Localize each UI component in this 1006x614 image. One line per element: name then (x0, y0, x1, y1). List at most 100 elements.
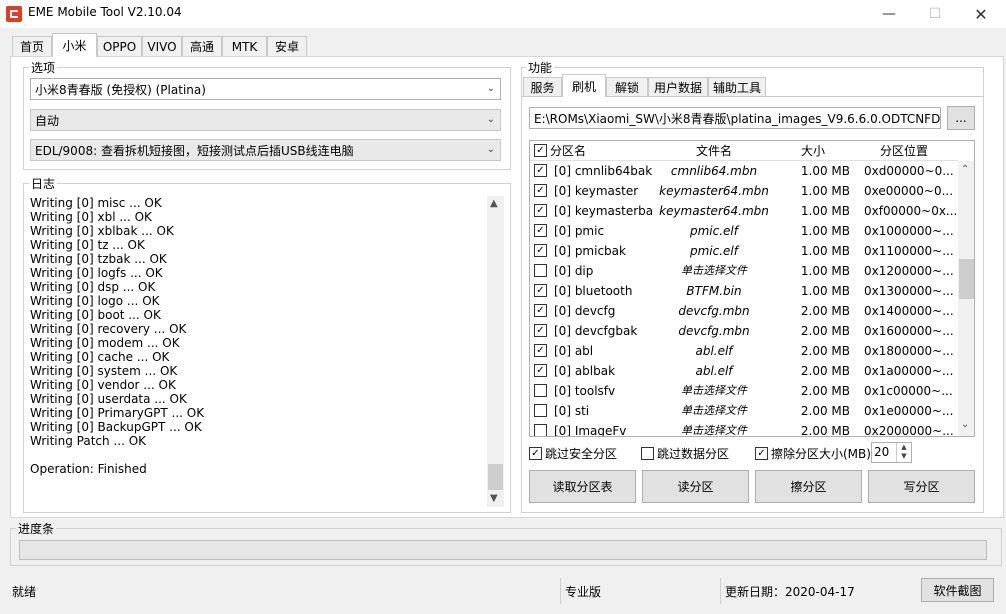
tab-1[interactable]: 小米 (52, 33, 97, 57)
function-tab-1[interactable]: 刷机 (562, 74, 606, 97)
table-row[interactable]: [0] sti 单击选择文件 2.00 MB 0x1e00000~... (530, 401, 958, 421)
erase-size-value[interactable]: 20 (874, 445, 889, 459)
edl-select[interactable]: EDL/9008: 查看拆机短接图，短接测试点后插USB线连电脑 ⌄ (30, 139, 501, 161)
table-row[interactable]: ✓ [0] devcfgbak devcfg.mbn 2.00 MB 0x1600000… (530, 321, 958, 341)
read-partition-button[interactable]: 读分区 (642, 470, 749, 503)
partition-location: 0x1000000~... (864, 224, 954, 238)
status-text: 就绪 (12, 585, 37, 599)
header-name[interactable]: 分区名 (550, 141, 586, 161)
file-name[interactable]: devcfg.mbn (654, 321, 774, 341)
header-location[interactable]: 分区位置 (852, 141, 956, 161)
skip-secure-label[interactable]: 跳过安全分区 (545, 445, 617, 462)
file-name[interactable]: keymaster64.mbn (654, 201, 774, 221)
log-scroll-thumb[interactable] (488, 464, 503, 490)
write-partition-button[interactable]: 写分区 (868, 470, 975, 503)
screenshot-button[interactable]: 软件截图 (921, 578, 994, 602)
row-checkbox[interactable]: ✓ (534, 224, 547, 237)
erase-size-label[interactable]: 擦除分区大小(MB) (771, 445, 871, 462)
partition-location: 0x1400000~... (864, 304, 954, 318)
partition-location: 0x1e00000~... (864, 404, 954, 418)
skip-data-checkbox[interactable] (641, 447, 654, 460)
log-scrollbar[interactable]: ▲ ▼ (487, 196, 504, 507)
file-name[interactable]: 单击选择文件 (654, 261, 774, 281)
row-checkbox[interactable]: ✓ (534, 344, 547, 357)
row-checkbox[interactable]: ✓ (534, 284, 547, 297)
spinner-arrows-icon[interactable]: ▲ ▼ (896, 443, 911, 462)
file-name[interactable]: 单击选择文件 (654, 381, 774, 401)
model-select[interactable]: 小米8青春版 (免授权) (Platina) ⌄ (30, 78, 501, 100)
tab-4[interactable]: 高通 (182, 36, 222, 56)
table-row[interactable]: ✓ [0] ablbak abl.elf 2.00 MB 0x1a00000~... (530, 361, 958, 381)
skip-secure-checkbox[interactable]: ✓ (529, 447, 542, 460)
partition-size: 1.00 MB (800, 164, 850, 178)
file-name[interactable]: abl.elf (654, 341, 774, 361)
erase-partition-button[interactable]: 擦分区 (755, 470, 862, 503)
file-name[interactable]: devcfg.mbn (654, 301, 774, 321)
file-name[interactable]: cmnlib64.mbn (654, 161, 774, 181)
row-checkbox[interactable] (534, 264, 547, 277)
table-scrollbar[interactable]: ⌃ ⌄ (958, 161, 974, 436)
maximize-button[interactable]: ☐ (912, 0, 958, 28)
file-name[interactable]: pmic.elf (654, 221, 774, 241)
file-name[interactable]: keymaster64.mbn (654, 181, 774, 201)
erase-size-checkbox[interactable]: ✓ (755, 447, 768, 460)
row-checkbox[interactable]: ✓ (534, 244, 547, 257)
file-name[interactable]: 单击选择文件 (654, 421, 774, 436)
row-checkbox[interactable]: ✓ (534, 324, 547, 337)
tab-0[interactable]: 首页 (12, 36, 52, 56)
chevron-down-icon: ⌄ (486, 144, 495, 155)
header-size[interactable]: 大小 (778, 141, 848, 161)
row-checkbox[interactable] (534, 384, 547, 397)
table-row[interactable]: ✓ [0] keymasterbak keymaster64.mbn 1.00 MB 0… (530, 201, 958, 221)
partition-table: ✓ 分区名 文件名 大小 分区位置 ✓ [0] cmnlib64bak cmnlib… (529, 140, 975, 437)
select-all-checkbox[interactable]: ✓ (534, 144, 547, 157)
row-checkbox[interactable]: ✓ (534, 164, 547, 177)
tab-6[interactable]: 安卓 (267, 36, 307, 56)
firmware-path-input[interactable]: E:\ROMs\Xiaomi_SW\小米8青春版\platina_images_… (529, 107, 941, 129)
scroll-down-icon[interactable]: ⌄ (961, 419, 969, 430)
read-partition-table-button[interactable]: 读取分区表 (529, 470, 636, 503)
row-checkbox[interactable]: ✓ (534, 304, 547, 317)
function-tab-0[interactable]: 服务 (523, 77, 562, 97)
tab-2[interactable]: OPPO (97, 36, 142, 56)
table-scroll-thumb[interactable] (959, 259, 974, 299)
row-checkbox[interactable]: ✓ (534, 364, 547, 377)
table-row[interactable]: ✓ [0] bluetooth BTFM.bin 1.00 MB 0x1300000~.… (530, 281, 958, 301)
minimize-button[interactable]: — (866, 0, 912, 28)
table-row[interactable]: [0] toolsfv 单击选择文件 2.00 MB 0x1c00000~... (530, 381, 958, 401)
table-row[interactable]: ✓ [0] cmnlib64bak cmnlib64.mbn 1.00 MB 0xd00… (530, 161, 958, 181)
skip-data-label[interactable]: 跳过数据分区 (657, 445, 729, 462)
scroll-up-icon[interactable]: ⌃ (961, 164, 969, 175)
function-tab-3[interactable]: 用户数据 (648, 77, 708, 97)
table-row[interactable]: ✓ [0] pmic pmic.elf 1.00 MB 0x1000000~... (530, 221, 958, 241)
row-checkbox[interactable]: ✓ (534, 184, 547, 197)
tab-3[interactable]: VIVO (142, 36, 182, 56)
row-checkbox[interactable] (534, 404, 547, 417)
log-text-area[interactable]: Writing [0] misc ... OK Writing [0] xbl .… (30, 196, 486, 506)
scroll-up-icon[interactable]: ▲ (490, 198, 498, 209)
header-file[interactable]: 文件名 (654, 141, 774, 161)
row-checkbox[interactable]: ✓ (534, 204, 547, 217)
table-row[interactable]: ✓ [0] devcfg devcfg.mbn 2.00 MB 0x1400000~..… (530, 301, 958, 321)
table-row[interactable]: ✓ [0] keymaster keymaster64.mbn 1.00 MB 0xe0… (530, 181, 958, 201)
file-name[interactable]: BTFM.bin (654, 281, 774, 301)
table-row[interactable]: ✓ [0] abl abl.elf 2.00 MB 0x1800000~... (530, 341, 958, 361)
scroll-down-icon[interactable]: ▼ (490, 493, 498, 504)
table-row[interactable]: [0] dip 单击选择文件 1.00 MB 0x1200000~... (530, 261, 958, 281)
tab-5[interactable]: MTK (222, 36, 267, 56)
close-button[interactable]: ✕ (958, 0, 1004, 28)
file-name[interactable]: pmic.elf (654, 241, 774, 261)
erase-size-spinner[interactable]: 20 ▲ ▼ (871, 442, 912, 463)
table-row[interactable]: [0] ImageFv 单击选择文件 2.00 MB 0x2000000~... (530, 421, 958, 436)
file-name[interactable]: 单击选择文件 (654, 401, 774, 421)
function-tab-2[interactable]: 解锁 (606, 77, 648, 97)
partition-location: 0xf00000~0x... (864, 204, 956, 218)
row-checkbox[interactable] (534, 424, 547, 436)
log-line: Writing [0] cache ... OK (30, 350, 170, 364)
mode-select[interactable]: 自动 ⌄ (30, 109, 501, 131)
file-name[interactable]: abl.elf (654, 361, 774, 381)
browse-button[interactable]: ... (947, 106, 975, 130)
table-row[interactable]: ✓ [0] pmicbak pmic.elf 1.00 MB 0x1100000~... (530, 241, 958, 261)
log-line: Writing [0] PrimaryGPT ... OK (30, 406, 205, 420)
function-tab-4[interactable]: 辅助工具 (708, 77, 766, 97)
